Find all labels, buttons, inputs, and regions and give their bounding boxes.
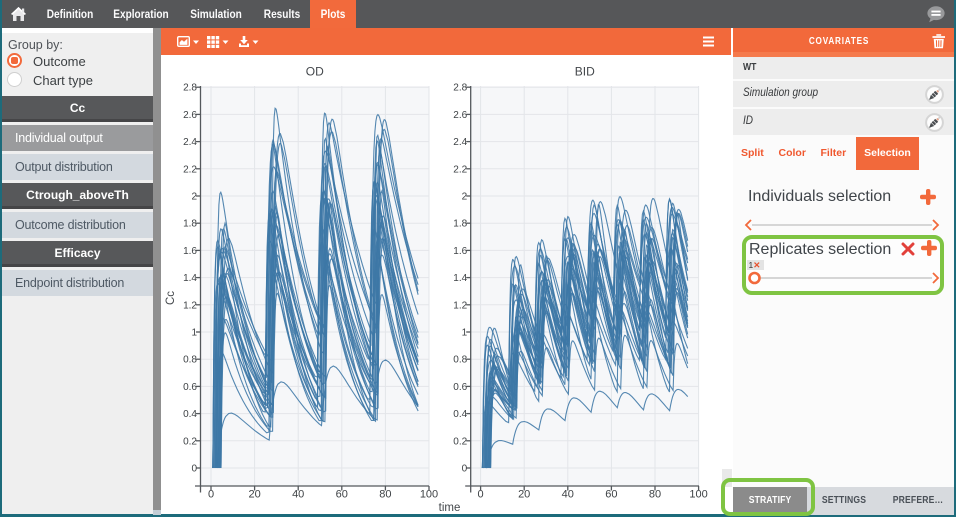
svg-text:Cc: Cc <box>165 291 177 305</box>
svg-text:1.2: 1.2 <box>183 300 197 311</box>
svg-text:time: time <box>439 502 461 514</box>
svg-text:0.8: 0.8 <box>453 355 467 366</box>
svg-text:0: 0 <box>191 464 197 475</box>
svg-text:60: 60 <box>336 489 348 501</box>
svg-text:0.4: 0.4 <box>183 409 197 420</box>
svg-text:1.4: 1.4 <box>183 273 197 284</box>
svg-text:1.4: 1.4 <box>453 273 467 284</box>
svg-text:100: 100 <box>420 489 438 501</box>
svg-text:1.8: 1.8 <box>183 219 197 230</box>
svg-text:1.2: 1.2 <box>453 300 467 311</box>
svg-text:1.6: 1.6 <box>183 246 197 257</box>
svg-text:1: 1 <box>462 328 468 339</box>
svg-text:80: 80 <box>379 489 391 501</box>
svg-text:2.6: 2.6 <box>183 110 197 121</box>
svg-text:40: 40 <box>562 489 574 501</box>
svg-text:0.8: 0.8 <box>183 355 197 366</box>
svg-text:0.2: 0.2 <box>453 436 467 447</box>
svg-text:20: 20 <box>518 489 530 501</box>
svg-text:0: 0 <box>462 464 468 475</box>
svg-text:40: 40 <box>292 489 304 501</box>
svg-text:OD: OD <box>306 65 324 79</box>
svg-text:0.6: 0.6 <box>183 382 197 393</box>
svg-text:60: 60 <box>605 489 617 501</box>
svg-text:0: 0 <box>478 489 484 501</box>
svg-text:20: 20 <box>248 489 260 501</box>
svg-text:2.6: 2.6 <box>453 110 467 121</box>
svg-text:1.6: 1.6 <box>453 246 467 257</box>
svg-text:0: 0 <box>208 489 214 501</box>
svg-text:100: 100 <box>689 489 707 501</box>
svg-text:0.2: 0.2 <box>183 436 197 447</box>
svg-text:0.6: 0.6 <box>453 382 467 393</box>
svg-text:0.4: 0.4 <box>453 409 467 420</box>
svg-text:80: 80 <box>649 489 661 501</box>
svg-text:1.8: 1.8 <box>453 219 467 230</box>
svg-text:2: 2 <box>191 192 197 203</box>
svg-text:2.8: 2.8 <box>453 83 467 94</box>
svg-text:2: 2 <box>462 192 468 203</box>
svg-text:1: 1 <box>191 328 197 339</box>
svg-text:BID: BID <box>575 65 595 79</box>
svg-text:2.8: 2.8 <box>183 83 197 94</box>
